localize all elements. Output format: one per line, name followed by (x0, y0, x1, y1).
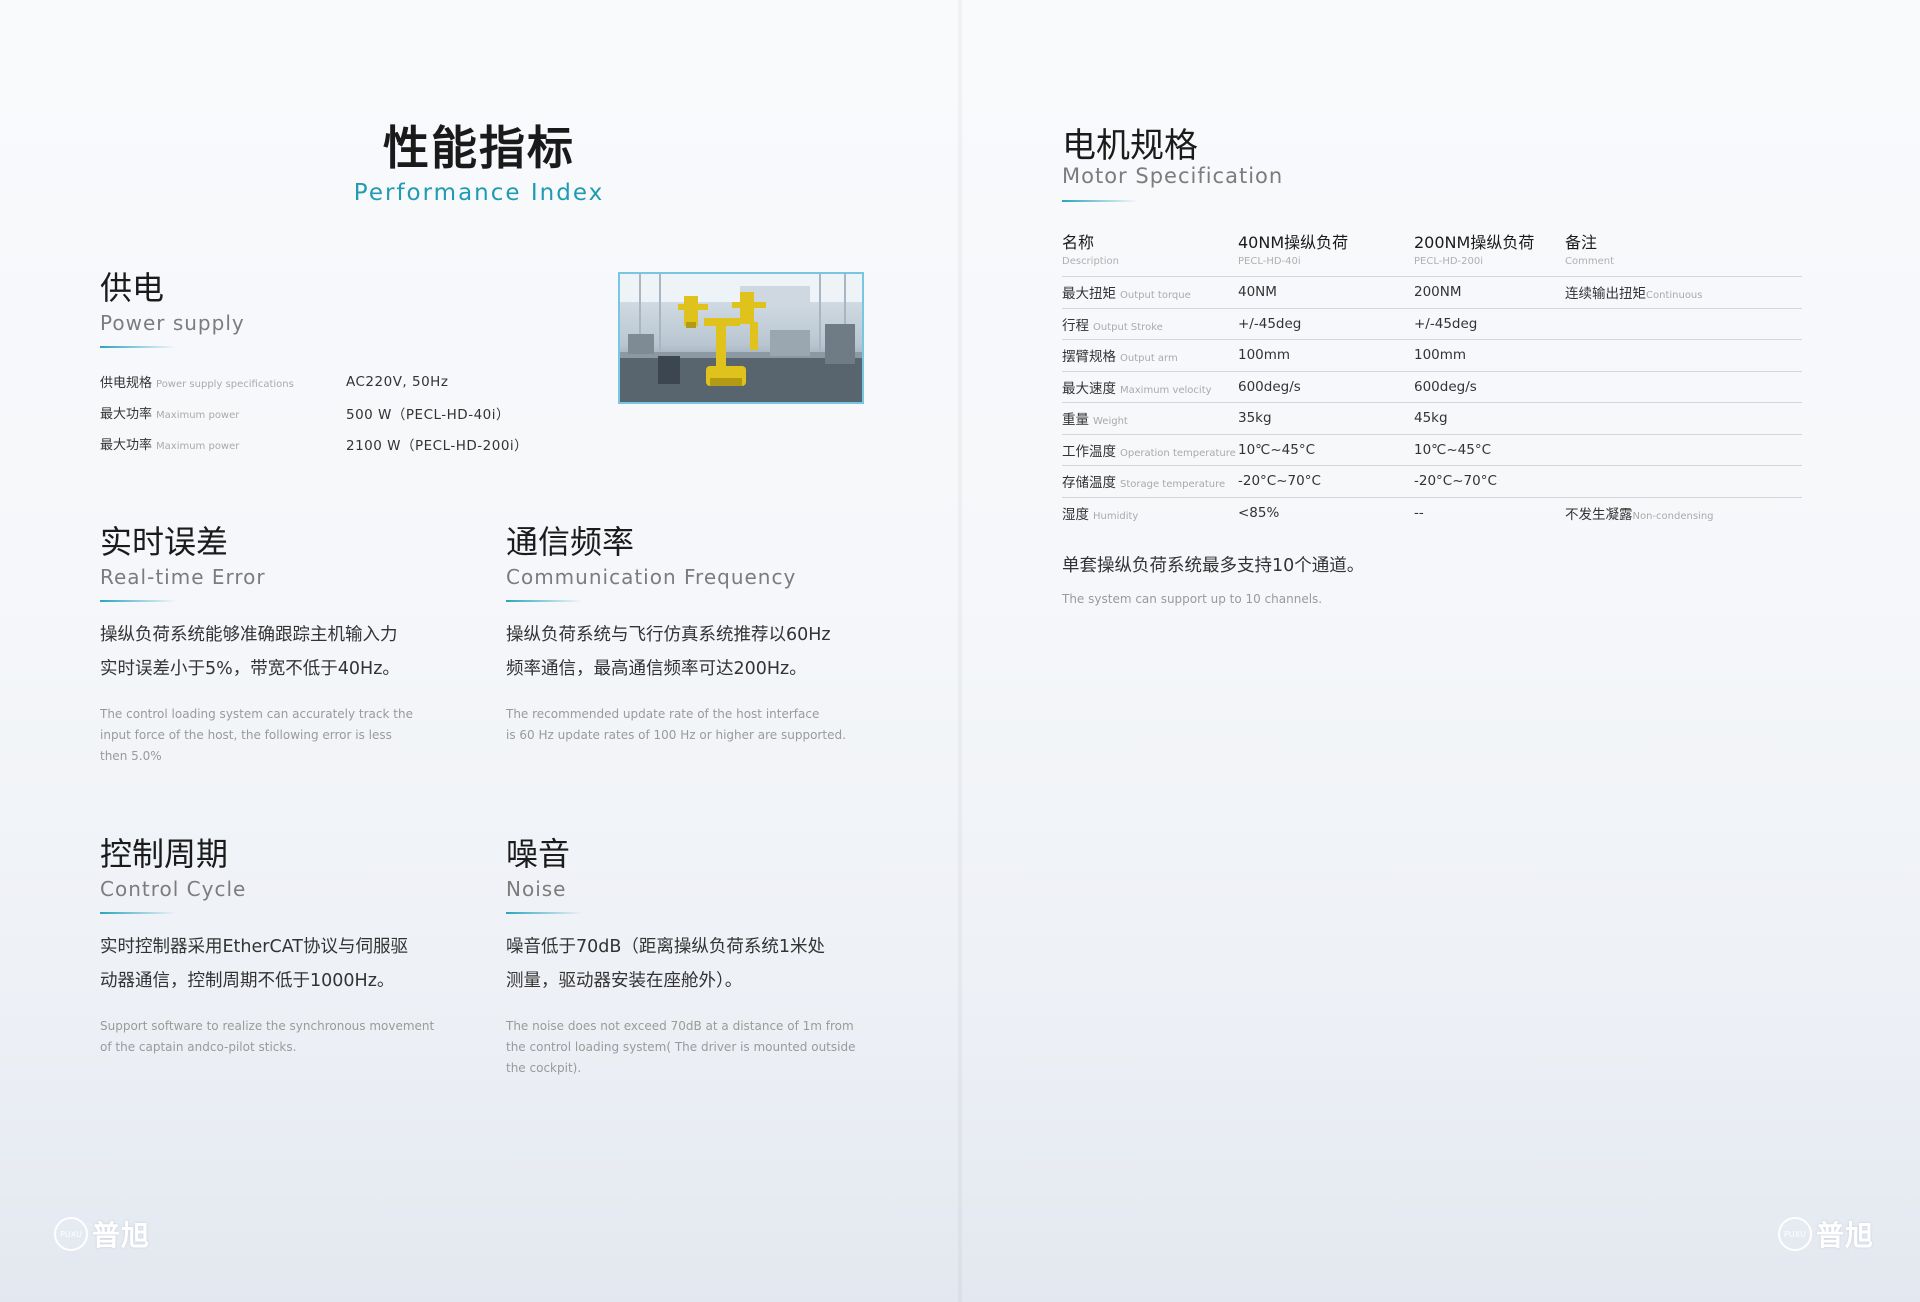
realtime-title-cn: 实时误差 (100, 523, 229, 561)
spec-key-en: Power supply specifications (156, 379, 294, 390)
table-cell-comment: 连续输出扭矩Continuous (1565, 286, 1703, 303)
brand-logo-icon: PUXU (1777, 1217, 1812, 1251)
cycle-body-en: Support software to realize the synchron… (100, 1019, 435, 1054)
channel-note-en: The system can support up to 10 channels… (1062, 592, 1323, 606)
comm-body-en: The recommended update rate of the host … (506, 707, 846, 742)
table-cell-comment: 不发生凝露Non-condensing (1565, 506, 1714, 523)
table-cell-200nm: 100mm (1414, 347, 1467, 364)
section-divider (506, 912, 582, 914)
table-cell-40nm: 40NM (1238, 284, 1277, 301)
realtime-body-en: The control loading system can accuratel… (100, 707, 413, 763)
power-spec-list: 供电规格 Power supply specifications AC220V, … (100, 366, 528, 459)
table-cell-40nm: 10℃~45°C (1238, 441, 1316, 458)
spec-key-cn: 供电规格 (100, 376, 153, 391)
table-cell-200nm: +/-45deg (1414, 315, 1478, 332)
power-spec-row: 供电规格 Power supply specifications AC220V, … (100, 366, 528, 397)
table-cell-200nm: -20°C~70°C (1414, 473, 1497, 490)
table-row: 工作温度 Operation temperature 10℃~45°C 10℃~4… (1062, 435, 1802, 466)
product-photo (618, 272, 864, 404)
table-row: 重量 Weight 35kg 45kg (1062, 403, 1802, 435)
motor-spec-title-cn: 电机规格 (1062, 126, 1198, 166)
power-spec-row: 最大功率 Maximum power 500 W（PECL-HD-40i） (100, 397, 528, 428)
realtime-title-en: Real-time Error (100, 565, 266, 589)
spec-key-cn: 最大功率 (100, 407, 153, 422)
table-header: 名称 Description 40NM操纵负荷 PECL-HD-40i 200NM操… (1062, 220, 1802, 276)
brand-logo-text: 普旭 (1815, 1219, 1874, 1252)
table-cell-200nm: -- (1414, 504, 1424, 521)
power-title-cn: 供电 (100, 269, 165, 307)
noise-section: 噪音 Noise 噪音低于70dB（距离操纵负荷系统1米处 测量，驱动器安装在座… (506, 834, 916, 1079)
table-cell-name: 最大扭矩 Output torque (1062, 286, 1191, 303)
realtime-error-section: 实时误差 Real-time Error 操纵负荷系统能够准确跟踪主机输入力 实… (100, 522, 460, 767)
power-title-en: Power supply (100, 311, 245, 335)
table-cell-200nm: 10℃~45°C (1414, 441, 1492, 458)
spec-key-cn: 最大功率 (100, 438, 153, 453)
cycle-title-en: Control Cycle (100, 877, 247, 901)
power-spec-row: 最大功率 Maximum power 2100 W（PECL-HD-200i） (100, 428, 528, 459)
table-cell-name: 重量 Weight (1062, 412, 1128, 429)
table-row: 湿度 Humidity <85% -- 不发生凝露Non-condensing (1062, 498, 1802, 529)
comm-body-cn: 操纵负荷系统与飞行仿真系统推荐以60Hz 频率通信，最高通信频率可达200Hz。 (506, 625, 831, 679)
brand-logo-icon: PUXU (54, 1217, 88, 1251)
cycle-title-cn: 控制周期 (100, 835, 229, 873)
spec-key-en: Maximum power (156, 410, 240, 421)
table-cell-200nm: 200NM (1414, 284, 1462, 301)
table-row: 最大扭矩 Output torque 40NM 200NM 连续输出扭矩Conti… (1062, 276, 1802, 309)
section-divider (100, 346, 176, 348)
comm-title-en: Communication Frequency (506, 565, 797, 589)
channel-note-cn: 单套操纵负荷系统最多支持10个通道。 (1062, 556, 1365, 576)
spec-value: 500 W（PECL-HD-40i） (346, 406, 511, 423)
product-photo-illustration (620, 274, 862, 402)
comm-title-cn: 通信频率 (506, 523, 635, 561)
cycle-body-cn: 实时控制器采用EtherCAT协议与伺服驱 动器通信，控制周期不低于1000Hz… (100, 937, 408, 991)
spec-value: 2100 W（PECL-HD-200i） (346, 437, 529, 454)
table-cell-40nm: +/-45deg (1238, 315, 1302, 332)
table-row: 摆臂规格 Output arm 100mm 100mm (1062, 340, 1802, 372)
right-page: 电机规格 Motor Specification 名称 Description 4… (962, 0, 1920, 1302)
section-divider (1062, 200, 1138, 202)
table-cell-name: 行程 Output Stroke (1062, 317, 1163, 334)
page-title: 性能指标 (383, 121, 575, 175)
table-cell-40nm: 35kg (1238, 410, 1272, 427)
table-cell-name: 工作温度 Operation temperature (1062, 443, 1236, 460)
brand-logo: PUXU 普旭 (54, 1214, 150, 1254)
communication-frequency-section: 通信频率 Communication Frequency 操纵负荷系统与飞行仿真… (506, 522, 906, 746)
noise-title-en: Noise (506, 877, 567, 901)
section-divider (100, 600, 176, 602)
brand-logo-text: 普旭 (92, 1219, 151, 1252)
table-row: 存储温度 Storage temperature -20°C~70°C -20°C… (1062, 466, 1802, 498)
brand-logo: PUXU 普旭 (1777, 1214, 1874, 1254)
section-divider (506, 600, 582, 602)
power-supply-section: 供电 Power supply 供电规格 Power supply specifi… (100, 268, 528, 459)
noise-body-cn: 噪音低于70dB（距离操纵负荷系统1米处 测量，驱动器安装在座舱外）。 (506, 937, 826, 991)
page-subtitle: Performance Index (353, 180, 605, 206)
spec-value: AC220V, 50Hz (346, 373, 449, 390)
table-cell-name: 最大速度 Maximum velocity (1062, 380, 1212, 397)
table-header-cell: 备注 Comment (1565, 233, 1614, 267)
table-cell-40nm: <85% (1238, 504, 1280, 521)
table-row: 行程 Output Stroke +/-45deg +/-45deg (1062, 309, 1802, 340)
table-header-cell: 200NM操纵负荷 PECL-HD-200i (1414, 233, 1535, 267)
motor-spec-table: 名称 Description 40NM操纵负荷 PECL-HD-40i 200NM操… (1062, 220, 1802, 528)
control-cycle-section: 控制周期 Control Cycle 实时控制器采用EtherCAT协议与伺服驱… (100, 834, 480, 1058)
table-body: 最大扭矩 Output torque 40NM 200NM 连续输出扭矩Conti… (1062, 276, 1802, 528)
noise-body-en: The noise does not exceed 70dB at a dist… (506, 1019, 856, 1075)
table-header-cell: 名称 Description (1062, 233, 1119, 267)
motor-spec-title-en: Motor Specification (1062, 164, 1284, 188)
noise-title-cn: 噪音 (506, 835, 571, 873)
left-page: 性能指标 Performance Index 供电 Power supply 供… (0, 0, 958, 1302)
table-cell-name: 湿度 Humidity (1062, 506, 1139, 523)
realtime-body-cn: 操纵负荷系统能够准确跟踪主机输入力 实时误差小于5%，带宽不低于40Hz。 (100, 625, 400, 679)
table-cell-40nm: 100mm (1238, 347, 1291, 364)
table-cell-name: 存储温度 Storage temperature (1062, 475, 1226, 492)
table-cell-200nm: 600deg/s (1414, 378, 1477, 395)
section-divider (100, 912, 176, 914)
table-row: 最大速度 Maximum velocity 600deg/s 600deg/s (1062, 372, 1802, 403)
spec-key-en: Maximum power (156, 441, 240, 452)
table-cell-200nm: 45kg (1414, 410, 1448, 427)
table-cell-40nm: -20°C~70°C (1238, 473, 1321, 490)
table-header-cell: 40NM操纵负荷 PECL-HD-40i (1238, 233, 1349, 267)
table-cell-name: 摆臂规格 Output arm (1062, 349, 1178, 366)
table-cell-40nm: 600deg/s (1238, 378, 1301, 395)
